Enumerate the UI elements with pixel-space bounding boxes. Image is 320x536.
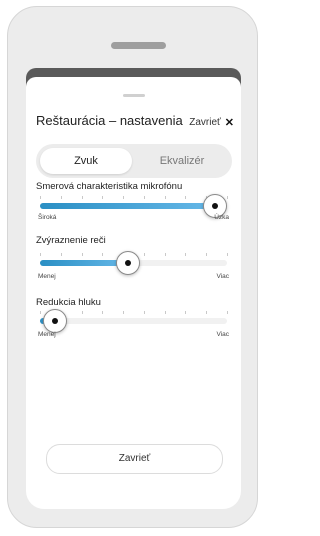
tab-zvuk[interactable]: Zvuk	[40, 148, 132, 174]
slider-tick	[102, 311, 104, 314]
slider-label-microphone: Smerová charakteristika mikrofónu	[36, 181, 183, 192]
slider-ticks	[40, 311, 228, 317]
slider-tick	[81, 311, 83, 314]
slider-tick	[143, 311, 145, 314]
slider-tick	[164, 311, 166, 314]
close-button-top[interactable]: Zavrieť ✕	[189, 116, 234, 129]
slider-thumb-noise[interactable]	[42, 309, 67, 333]
slider-tick	[164, 196, 166, 199]
close-label: Zavrieť	[189, 117, 221, 128]
slider-tick	[227, 253, 228, 256]
settings-sheet: Reštaurácia – nastavenia Zavrieť ✕ Zvuk …	[26, 77, 241, 509]
slider-tick	[60, 196, 62, 199]
slider-tick	[102, 196, 104, 199]
phone-frame: Reštaurácia – nastavenia Zavrieť ✕ Zvuk …	[7, 6, 258, 528]
slider-tick	[60, 253, 62, 256]
sheet-grabber[interactable]	[123, 94, 145, 97]
slider-tick	[102, 253, 104, 256]
slider-tick	[227, 311, 228, 314]
slider-ticks	[40, 196, 228, 202]
slider-tick	[40, 196, 41, 199]
slider-tick	[143, 196, 145, 199]
slider-tick	[123, 196, 125, 199]
slider-max-label: Viac	[216, 273, 229, 280]
slider-tick	[143, 253, 145, 256]
slider-label-speech: Zvýraznenie reči	[36, 235, 106, 246]
tab-switcher: Zvuk Ekvalizér	[36, 144, 232, 178]
slider-tick	[185, 196, 187, 199]
close-x-icon: ✕	[224, 117, 234, 129]
slider-min-label: Menej	[38, 273, 56, 280]
slider-tick	[206, 253, 208, 256]
slider-tick	[164, 253, 166, 256]
slider-track-microphone[interactable]	[40, 203, 227, 209]
slider-label-noise: Redukcia hluku	[36, 297, 101, 308]
phone-speaker	[111, 42, 166, 49]
slider-max-label: Úzka	[214, 214, 229, 221]
close-button-bottom[interactable]: Zavrieť	[46, 444, 223, 474]
slider-tick	[206, 311, 208, 314]
slider-tick	[40, 311, 41, 314]
slider-fill	[40, 260, 128, 266]
slider-min-label: Široká	[38, 214, 57, 221]
slider-tick	[123, 311, 125, 314]
slider-tick	[227, 196, 228, 199]
slider-tick	[81, 253, 83, 256]
slider-thumb-speech[interactable]	[115, 251, 140, 275]
slider-track-noise[interactable]	[40, 318, 227, 324]
slider-tick	[185, 311, 187, 314]
slider-fill	[40, 203, 215, 209]
tab-ekvalizer[interactable]: Ekvalizér	[136, 148, 228, 174]
slider-tick	[81, 196, 83, 199]
sheet-title: Reštaurácia – nastavenia	[36, 113, 183, 128]
slider-tick	[185, 253, 187, 256]
slider-min-label: Menej	[38, 331, 56, 338]
slider-tick	[40, 253, 41, 256]
slider-max-label: Viac	[216, 331, 229, 338]
